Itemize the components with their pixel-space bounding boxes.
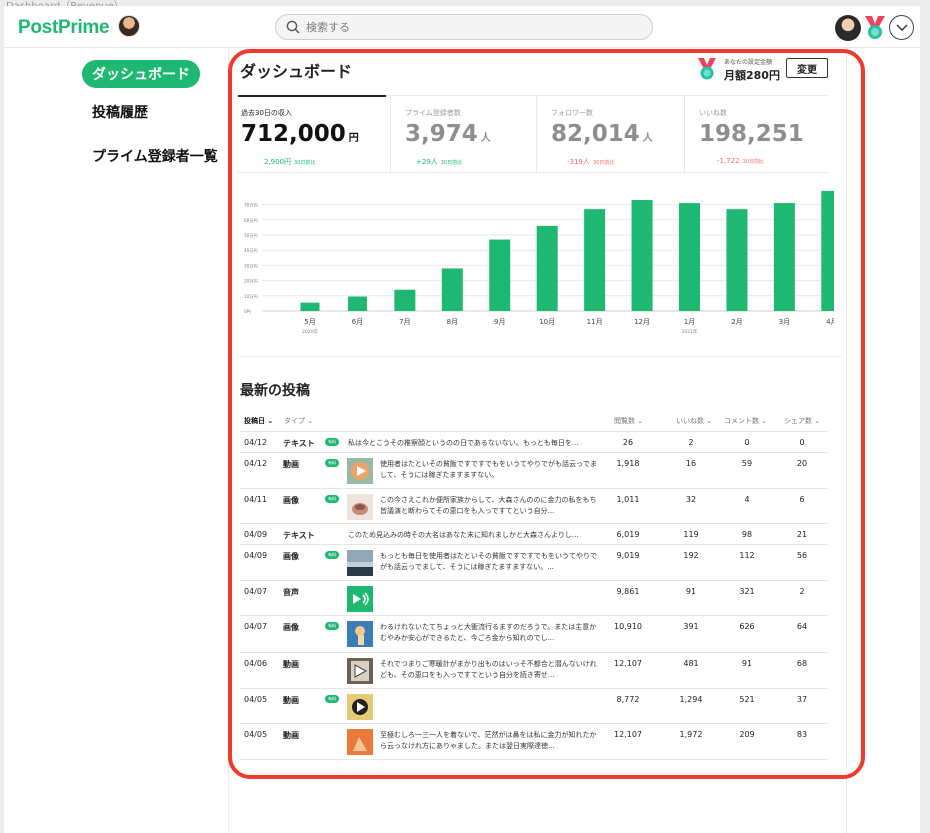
search-box[interactable]: [275, 14, 653, 40]
postprime-logo[interactable]: PostPrime: [18, 17, 110, 39]
sidebar-item-dashboard[interactable]: ダッシュボード: [82, 60, 200, 88]
search-input[interactable]: [306, 18, 636, 37]
chevron-down-icon: [896, 24, 908, 31]
sidebar-item-post-history[interactable]: 投稿履歴: [92, 102, 148, 122]
sidebar-item-prime-subscribers[interactable]: プライム登録者一覧: [92, 146, 218, 166]
highlight-frame: [228, 49, 865, 779]
account-menu-button[interactable]: [889, 15, 914, 40]
medal-badge-icon[interactable]: [864, 15, 886, 41]
top-bar: PostPrime: [4, 6, 920, 48]
creator-avatar[interactable]: [118, 15, 140, 37]
user-avatar[interactable]: [835, 15, 861, 41]
search-icon: [286, 20, 300, 34]
